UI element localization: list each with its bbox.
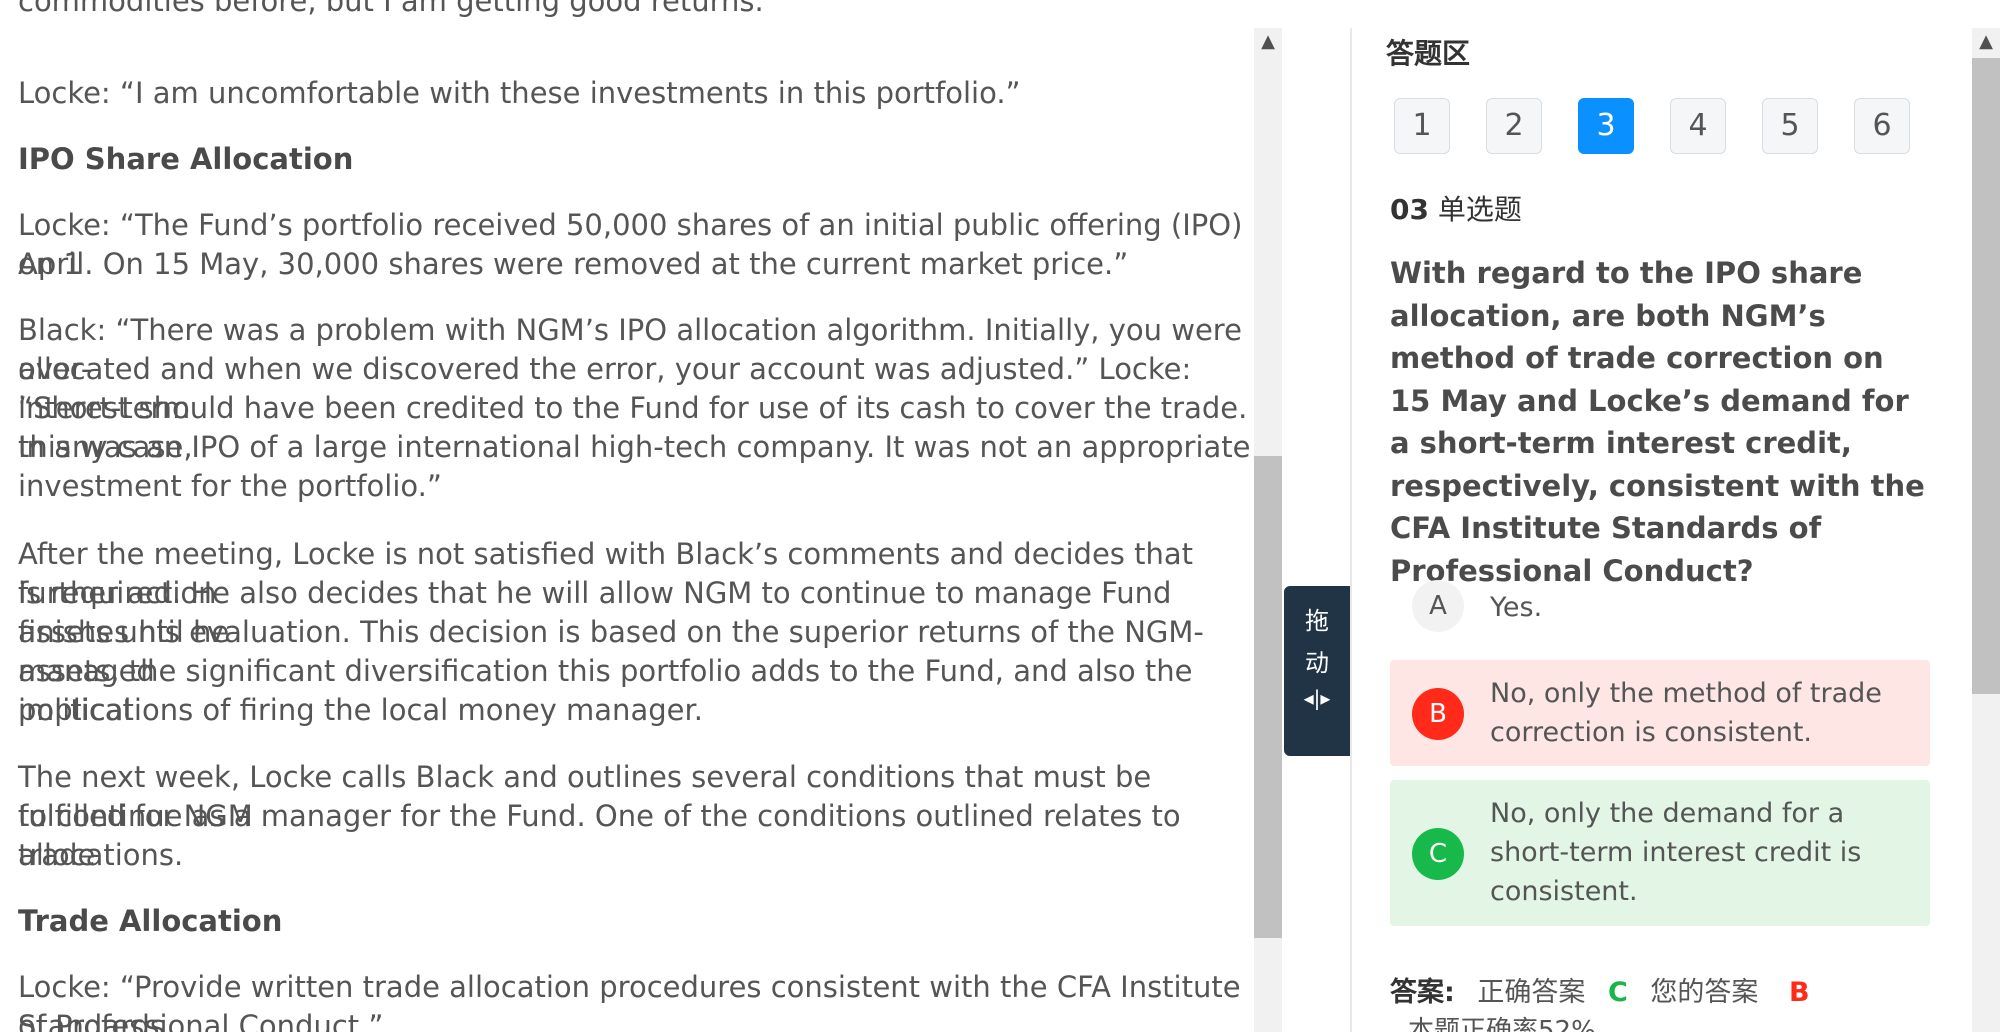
passage-line: this was an IPO of a large international… [18,430,1251,464]
accuracy-rate: 本题正确率52% [1408,1016,1596,1032]
question-button-3[interactable]: 3 [1578,98,1634,154]
answer-label: 答案: [1390,977,1455,1008]
your-answer-label: 您的答案 [1650,977,1759,1008]
passage-line: implications of firing the local money m… [18,693,703,727]
passage-scrollbar[interactable]: ▲ [1254,28,1282,1032]
scrollbar-thumb[interactable] [1254,456,1282,938]
passage-line: of Professional Conduct.” [18,1009,384,1032]
correct-answer-value: C [1608,977,1628,1008]
answer-scrollbar[interactable]: ▲ [1972,28,2000,1032]
drag-resize-handle[interactable]: 拖 动 ◂|▸ [1284,586,1350,756]
option-letter-a: A [1412,580,1464,632]
option-c[interactable]: C No, only the demand for a short-term i… [1390,780,1930,926]
option-a[interactable]: A Yes. [1390,576,1930,640]
passage-line: April. On 15 May, 30,000 shares were rem… [18,247,1129,281]
option-text-b: No, only the method of trade correction … [1490,678,1882,748]
answer-summary: 答案: 正确答案 C 您的答案 B [1390,970,1810,1009]
question-button-2[interactable]: 2 [1486,98,1542,154]
answer-pane: 答题区 1 2 3 4 5 6 03 单选题 With regard to th… [1350,0,2000,1032]
scrollbar-thumb[interactable] [1972,58,2000,694]
pane-divider [1350,28,1352,1032]
heading-ipo-share-allocation: IPO Share Allocation [18,142,354,176]
question-button-5[interactable]: 5 [1762,98,1818,154]
option-text-a: Yes. [1490,592,1543,623]
resize-arrows-icon: ◂|▸ [1303,686,1331,710]
question-button-6[interactable]: 6 [1854,98,1910,154]
option-b[interactable]: B No, only the method of trade correctio… [1390,660,1930,766]
question-button-4[interactable]: 4 [1670,98,1726,154]
chevron-up-icon[interactable]: ▲ [1254,28,1282,54]
drag-label-char: 动 [1305,649,1329,677]
drag-label-char: 拖 [1305,607,1329,635]
question-button-1[interactable]: 1 [1394,98,1450,154]
option-text-c: No, only the demand for a short-term int… [1490,798,1862,907]
question-heading: 03 单选题 [1390,188,1522,228]
correct-answer-label: 正确答案 [1477,977,1586,1008]
passage-paragraph: Locke: “I am uncomfortable with these in… [18,76,1021,110]
chevron-up-icon[interactable]: ▲ [1972,28,2000,54]
question-text: With regard to the IPO share allocation,… [1390,256,1925,588]
your-answer-value: B [1789,977,1810,1008]
option-letter-b: B [1412,688,1464,740]
option-letter-c: C [1412,828,1464,880]
question-number: 03 [1390,193,1429,226]
passage-line: allocations. [18,838,184,872]
heading-trade-allocation: Trade Allocation [18,904,283,938]
answer-area-title: 答题区 [1386,37,1471,70]
question-type: 单选题 [1437,193,1522,226]
passage-pane: commodities before, but I am getting goo… [0,0,1282,1032]
passage-line: to continue as a manager for the Fund. O… [18,799,1181,872]
passage-fragment: commodities before, but I am getting goo… [18,0,778,18]
passage-line: investment for the portfolio.” [18,469,442,503]
